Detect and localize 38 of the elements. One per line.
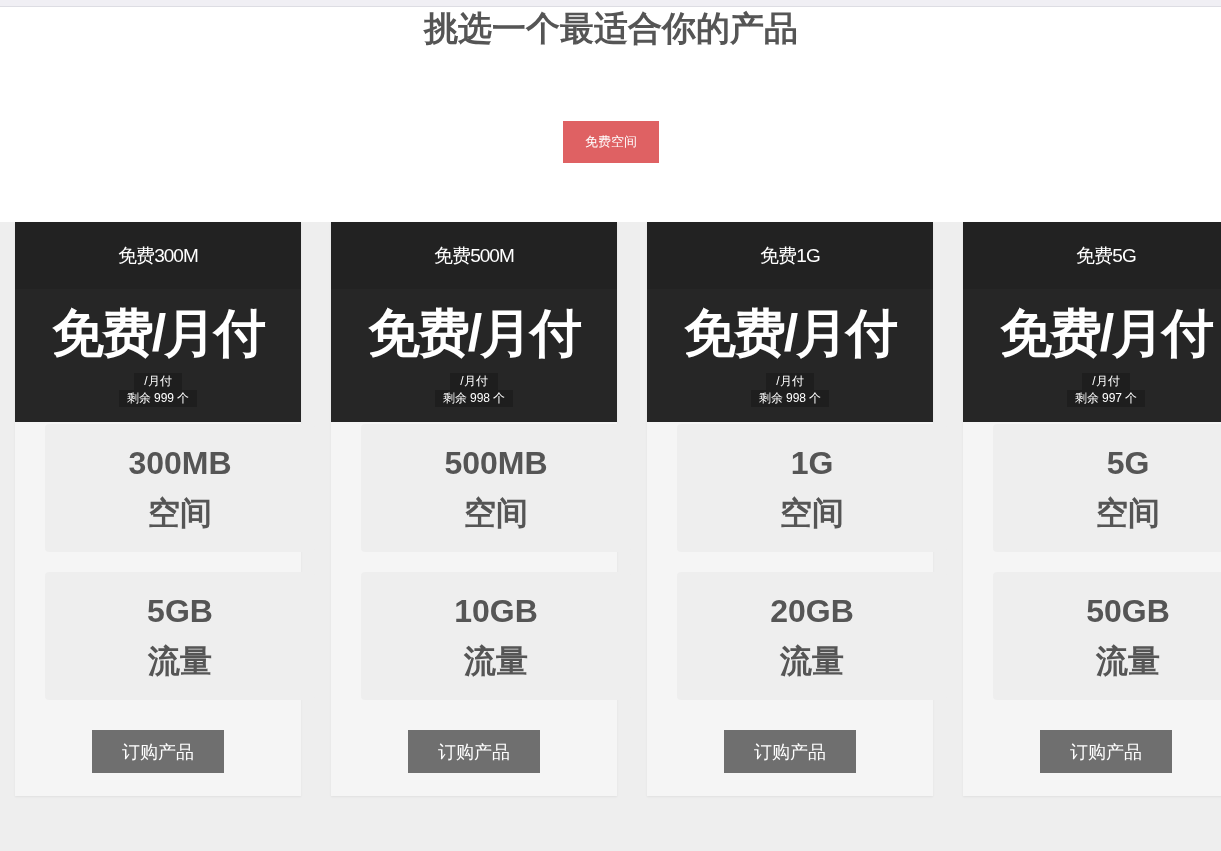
feature-label: 流量	[780, 642, 844, 681]
order-button[interactable]: 订购产品	[408, 730, 540, 773]
feature-value: 10GB	[454, 592, 538, 631]
stock-count: 剩余 999 个	[118, 390, 198, 407]
feature-label: 空间	[464, 494, 528, 533]
feature-value: 5G	[1106, 444, 1150, 483]
page-heading: 挑选一个最适合你的产品	[423, 11, 798, 45]
feature-label: 空间	[1096, 494, 1160, 533]
billing-period: /月付	[1082, 373, 1130, 390]
feature-value: 500MB	[444, 444, 548, 483]
plan-name: 免费500M	[434, 243, 514, 268]
feature-label: 流量	[1096, 642, 1160, 681]
feature-value: 5GB	[147, 592, 213, 631]
stock-count: 剩余 998 个	[750, 390, 830, 407]
feature-value: 50GB	[1086, 592, 1170, 631]
order-button[interactable]: 订购产品	[1040, 730, 1172, 773]
plan-name: 免费300M	[118, 243, 198, 268]
plan-price: 免费/月付	[51, 303, 265, 364]
billing-period: /月付	[134, 373, 182, 390]
plan-price: 免费/月付	[367, 303, 581, 364]
feature-label: 流量	[464, 642, 528, 681]
stock-count: 剩余 997 个	[1066, 390, 1146, 407]
order-button[interactable]: 订购产品	[92, 730, 224, 773]
plan-price: 免费/月付	[683, 303, 897, 364]
order-button[interactable]: 订购产品	[724, 730, 856, 773]
billing-period: /月付	[450, 373, 498, 390]
stock-count: 剩余 998 个	[434, 390, 514, 407]
plan-price: 免费/月付	[999, 303, 1213, 364]
feature-value: 1G	[790, 444, 834, 483]
billing-period: /月付	[766, 373, 814, 390]
feature-value: 20GB	[770, 592, 854, 631]
feature-label: 空间	[780, 494, 844, 533]
category-tab[interactable]: 免费空间	[562, 121, 659, 163]
feature-label: 空间	[148, 494, 212, 533]
feature-value: 300MB	[128, 444, 232, 483]
plan-name: 免费1G	[760, 243, 820, 268]
plan-name: 免费5G	[1076, 243, 1136, 268]
feature-label: 流量	[148, 642, 212, 681]
